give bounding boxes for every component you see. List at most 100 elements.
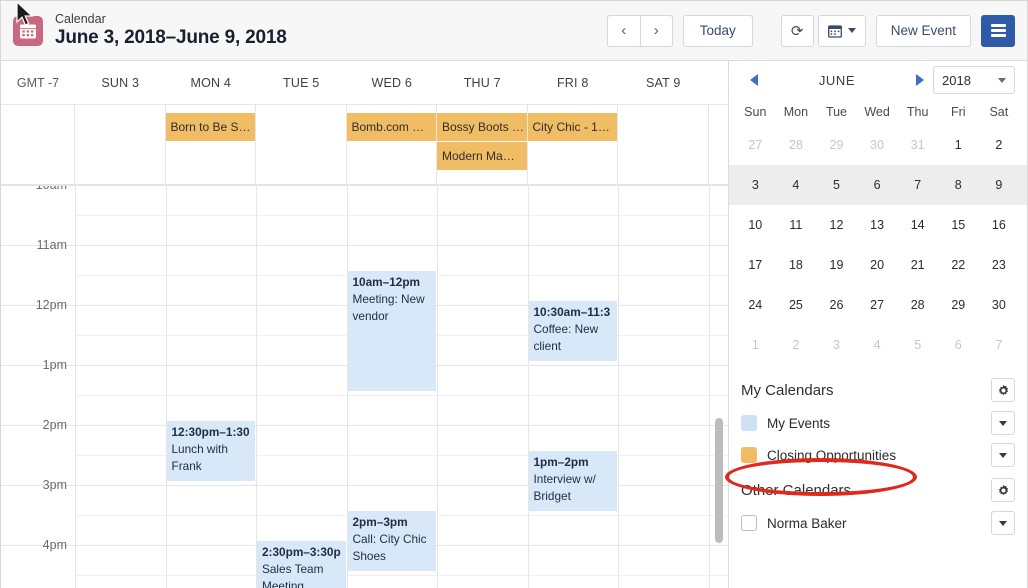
all-day-event[interactable]: Bomb.com … — [347, 113, 437, 141]
calendar-item-my-events[interactable]: My Events — [729, 407, 1027, 439]
all-day-event[interactable]: City Chic - 1… — [528, 113, 618, 141]
all-day-event[interactable]: Born to Be S… — [166, 113, 256, 141]
all-day-column-mon[interactable]: Born to Be S… — [166, 105, 257, 184]
calendar-event[interactable]: 2pm–3pmCall: City Chic Shoes — [348, 511, 437, 571]
calendar-event[interactable]: 12:30pm–1:30Lunch with Frank — [167, 421, 256, 481]
day-header-sat[interactable]: SAT 9 — [618, 76, 709, 90]
mini-calendar-date[interactable]: 7 — [897, 165, 938, 205]
calendar-item-norma-baker[interactable]: Norma Baker — [729, 507, 1027, 539]
calendar-view-dropdown[interactable] — [818, 15, 866, 47]
previous-week-button[interactable]: ‹ — [607, 15, 640, 47]
all-day-column-sun[interactable] — [75, 105, 166, 184]
mini-calendar-date[interactable]: 28 — [897, 285, 938, 325]
calendar-color-swatch[interactable] — [741, 447, 757, 463]
mini-calendar-date[interactable]: 27 — [857, 285, 898, 325]
day-header-wed[interactable]: WED 6 — [347, 76, 438, 90]
mini-calendar-date[interactable]: 4 — [857, 325, 898, 365]
calendar-item-menu-button[interactable] — [991, 443, 1015, 467]
mini-calendar-date[interactable]: 28 — [776, 125, 817, 165]
my-calendars-settings-button[interactable] — [991, 378, 1015, 402]
mini-calendar-date[interactable]: 25 — [776, 285, 817, 325]
calendar-color-swatch[interactable] — [741, 515, 757, 531]
calendar-item-menu-button[interactable] — [991, 411, 1015, 435]
day-header-mon[interactable]: MON 4 — [166, 76, 257, 90]
dow-mon: Mon — [776, 99, 817, 125]
calendar-event[interactable]: 10am–12pmMeeting: New vendor — [348, 271, 437, 391]
hour-label: 11am — [1, 238, 67, 252]
today-button[interactable]: Today — [683, 15, 753, 47]
mini-calendar-date[interactable]: 2 — [776, 325, 817, 365]
mini-calendar-date[interactable]: 14 — [897, 205, 938, 245]
all-day-column-fri[interactable]: City Chic - 1… — [528, 105, 619, 184]
mini-calendar-date[interactable]: 22 — [938, 245, 979, 285]
refresh-button[interactable]: ⟳ — [781, 15, 814, 47]
mini-calendar-next-month-button[interactable] — [907, 67, 933, 93]
mini-calendar-date[interactable]: 17 — [735, 245, 776, 285]
mini-calendar-date[interactable]: 31 — [897, 125, 938, 165]
mini-calendar-date[interactable]: 16 — [979, 205, 1020, 245]
mini-calendar-date[interactable]: 11 — [776, 205, 817, 245]
calendar-item-closing-opportunities[interactable]: Closing Opportunities — [729, 439, 1027, 471]
mini-calendar-date[interactable]: 21 — [897, 245, 938, 285]
mini-calendar-date[interactable]: 30 — [979, 285, 1020, 325]
mini-calendar-date[interactable]: 12 — [816, 205, 857, 245]
all-day-column-thu[interactable]: Bossy Boots … Modern Ma… — [437, 105, 528, 184]
calendar-event[interactable]: 1pm–2pmInterview w/ Bridget — [529, 451, 618, 511]
mini-calendar-date[interactable]: 20 — [857, 245, 898, 285]
hour-label: 2pm — [1, 418, 67, 432]
mini-calendar-date[interactable]: 4 — [776, 165, 817, 205]
mini-calendar-date[interactable]: 6 — [938, 325, 979, 365]
all-day-column-wed[interactable]: Bomb.com … — [347, 105, 438, 184]
chevron-down-icon — [998, 78, 1006, 83]
day-header-sun[interactable]: SUN 3 — [75, 76, 166, 90]
mini-calendar-date[interactable]: 1 — [735, 325, 776, 365]
day-header-fri[interactable]: FRI 8 — [528, 76, 619, 90]
mini-calendar-date[interactable]: 5 — [897, 325, 938, 365]
mini-calendar-date[interactable]: 1 — [938, 125, 979, 165]
column-divider — [256, 186, 257, 588]
day-header-thu[interactable]: THU 7 — [437, 76, 528, 90]
year-select[interactable]: 2018 — [933, 66, 1015, 94]
time-grid-scrollbar[interactable] — [715, 186, 723, 588]
mini-calendar-date[interactable]: 15 — [938, 205, 979, 245]
mini-calendar-date[interactable]: 29 — [938, 285, 979, 325]
next-week-button[interactable]: › — [640, 15, 673, 47]
mini-calendar-date[interactable]: 18 — [776, 245, 817, 285]
mini-calendar-date[interactable]: 8 — [938, 165, 979, 205]
mini-calendar-date[interactable]: 6 — [857, 165, 898, 205]
day-header-tue[interactable]: TUE 5 — [256, 76, 347, 90]
all-day-event[interactable]: Bossy Boots … — [437, 113, 527, 141]
mini-calendar-date[interactable]: 26 — [816, 285, 857, 325]
calendar-event[interactable]: 10:30am–11:3Coffee: New client — [529, 301, 618, 361]
mini-calendar-date[interactable]: 13 — [857, 205, 898, 245]
all-day-column-sat[interactable] — [618, 105, 709, 184]
mini-calendar-prev-month-button[interactable] — [741, 67, 767, 93]
mini-calendar-date[interactable]: 10 — [735, 205, 776, 245]
calendar-color-swatch[interactable] — [741, 415, 757, 431]
mini-calendar-week: 272829303112 — [729, 125, 1027, 165]
mini-calendar-date[interactable]: 3 — [816, 325, 857, 365]
column-divider — [528, 186, 529, 588]
all-day-column-tue[interactable] — [256, 105, 347, 184]
scrollbar-thumb[interactable] — [715, 418, 723, 543]
mini-calendar-date[interactable]: 7 — [979, 325, 1020, 365]
mini-calendar-date[interactable]: 27 — [735, 125, 776, 165]
other-calendars-settings-button[interactable] — [991, 478, 1015, 502]
mini-calendar-date[interactable]: 29 — [816, 125, 857, 165]
calendar-event[interactable]: 2:30pm–3:30pSales Team Meeting — [257, 541, 346, 588]
hamburger-menu-button[interactable] — [981, 15, 1015, 47]
refresh-icon: ⟳ — [791, 22, 804, 40]
mini-calendar-date[interactable]: 24 — [735, 285, 776, 325]
column-divider — [437, 186, 438, 588]
mini-calendar-date[interactable]: 9 — [979, 165, 1020, 205]
calendar-item-menu-button[interactable] — [991, 511, 1015, 535]
mini-calendar-date[interactable]: 19 — [816, 245, 857, 285]
hour-label: 10am — [1, 186, 67, 192]
all-day-event[interactable]: Modern Ma… — [437, 142, 527, 170]
mini-calendar-date[interactable]: 2 — [979, 125, 1020, 165]
mini-calendar-date[interactable]: 23 — [979, 245, 1020, 285]
mini-calendar-date[interactable]: 5 — [816, 165, 857, 205]
new-event-button[interactable]: New Event — [876, 15, 971, 47]
mini-calendar-date[interactable]: 30 — [857, 125, 898, 165]
mini-calendar-date[interactable]: 3 — [735, 165, 776, 205]
